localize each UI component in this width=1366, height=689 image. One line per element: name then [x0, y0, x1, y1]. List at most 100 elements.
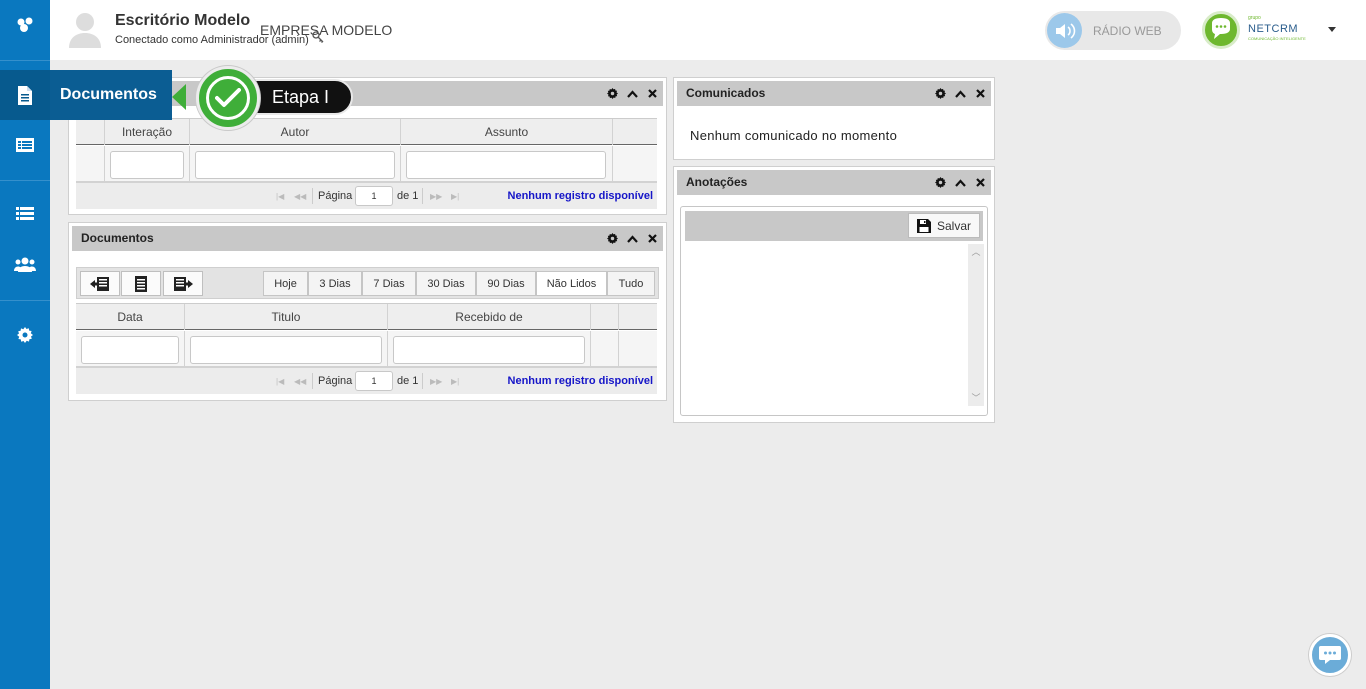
notes-scrollbar[interactable]: ︿ ﹀: [968, 244, 984, 406]
filter-90-dias-button[interactable]: 90 Dias: [476, 271, 536, 296]
filter-cell: [190, 146, 401, 182]
prev-page-icon[interactable]: ◀◀: [294, 192, 306, 201]
comunicados-panel: Comunicados Nenhum comunicado no momento: [673, 77, 995, 160]
filter-cell: [401, 146, 613, 182]
grid-header-spacer: [591, 304, 619, 330]
last-page-icon[interactable]: ▶|: [451, 377, 459, 386]
gear-icon[interactable]: [933, 87, 947, 101]
netcrm-logo-icon[interactable]: [1202, 11, 1240, 49]
sidebar-item-cards[interactable]: [0, 120, 50, 170]
filter-autor-input[interactable]: [195, 151, 395, 179]
check-icon[interactable]: [196, 66, 260, 130]
filter-row: [76, 331, 657, 367]
brand-group-text: grupo: [1248, 15, 1261, 21]
chat-icon: [1319, 646, 1341, 664]
filter-spacer: [591, 331, 619, 367]
panel-title: Comunicados: [686, 86, 766, 100]
gear-icon[interactable]: [605, 232, 619, 246]
floppy-disk-icon: [916, 218, 931, 233]
gear-icon[interactable]: [933, 176, 947, 190]
page-of-label: de 1: [397, 375, 419, 387]
filter-spacer: [76, 146, 105, 182]
list-icon: [16, 207, 34, 220]
empresa-name: EMPRESA MODELO: [260, 22, 393, 38]
column-assunto[interactable]: Assunto: [401, 119, 613, 145]
outbox-arrow-icon: [174, 276, 193, 291]
page-input[interactable]: 1: [355, 371, 393, 391]
column-recebido-de[interactable]: Recebido de: [388, 304, 591, 330]
all-documents-button[interactable]: [121, 271, 161, 296]
page-input[interactable]: 1: [355, 186, 393, 206]
last-page-icon[interactable]: ▶|: [451, 192, 459, 201]
avatar[interactable]: [67, 10, 103, 48]
filter-cell: [76, 331, 185, 367]
panel-header: Anotações: [677, 170, 991, 195]
anotacoes-panel: Anotações Salvar ︿ ﹀: [673, 166, 995, 423]
page-of-label: de 1: [397, 190, 419, 202]
chat-button[interactable]: [1309, 634, 1351, 676]
logo-icon[interactable]: [0, 0, 50, 50]
outbox-button[interactable]: [163, 271, 203, 296]
page-label: Página: [318, 375, 353, 387]
sidebar-flyout-label[interactable]: Documentos: [50, 70, 172, 120]
panel-title: Anotações: [686, 175, 748, 189]
sidebar-item-list[interactable]: [0, 189, 50, 239]
page-label: Página: [318, 190, 353, 202]
close-icon[interactable]: [645, 232, 659, 246]
sidebar-item-users[interactable]: [0, 240, 50, 290]
filter-30-dias-button[interactable]: 30 Dias: [416, 271, 476, 296]
close-icon[interactable]: [973, 87, 987, 101]
filter-data-input[interactable]: [81, 336, 179, 364]
user-menu-chevron-down-icon[interactable]: [1328, 27, 1336, 32]
sidebar-divider: [0, 180, 50, 181]
inbox-arrow-icon: [90, 276, 109, 291]
inbox-button[interactable]: [80, 271, 120, 296]
close-icon[interactable]: [973, 176, 987, 190]
radio-web-button[interactable]: RÁDIO WEB: [1045, 11, 1181, 50]
column-data[interactable]: Data: [76, 304, 185, 330]
filter-cell: [388, 331, 591, 367]
scroll-down-icon[interactable]: ﹀: [971, 393, 981, 403]
next-page-icon[interactable]: ▶▶: [430, 192, 442, 201]
panel-title: Documentos: [81, 231, 154, 245]
filter-recebido-input[interactable]: [393, 336, 585, 364]
save-button[interactable]: Salvar: [908, 213, 980, 238]
chevron-up-icon[interactable]: [953, 176, 967, 190]
close-icon[interactable]: [645, 87, 659, 101]
chevron-up-icon[interactable]: [625, 87, 639, 101]
brand-name: NETCRM: [1248, 23, 1299, 35]
sidebar-divider: [0, 300, 50, 301]
grid-header-spacer: [76, 119, 105, 145]
filter-nao-lidos-button[interactable]: Não Lidos: [536, 271, 607, 296]
filter-tudo-button[interactable]: Tudo: [607, 271, 655, 296]
top-header: Escritório Modelo Conectado como Adminis…: [50, 0, 1366, 60]
filter-7-dias-button[interactable]: 7 Dias: [362, 271, 416, 296]
sidebar-item-settings[interactable]: [0, 310, 50, 360]
first-page-icon[interactable]: |◀: [276, 192, 284, 201]
filter-cell: [185, 331, 388, 367]
gear-icon: [17, 327, 33, 343]
filter-cell: [105, 146, 190, 182]
sidebar-item-documentos[interactable]: [0, 70, 50, 120]
panel-header: Documentos: [72, 226, 663, 251]
filter-hoje-button[interactable]: Hoje: [263, 271, 308, 296]
filter-3-dias-button[interactable]: 3 Dias: [308, 271, 362, 296]
chevron-up-icon[interactable]: [953, 87, 967, 101]
gear-icon[interactable]: [605, 87, 619, 101]
filter-titulo-input[interactable]: [190, 336, 382, 364]
company-name: Escritório Modelo: [115, 12, 251, 29]
next-page-icon[interactable]: ▶▶: [430, 377, 442, 386]
first-page-icon[interactable]: |◀: [276, 377, 284, 386]
pager-divider: [312, 373, 313, 389]
column-interacao[interactable]: Interação: [105, 119, 190, 145]
chevron-up-icon[interactable]: [625, 232, 639, 246]
column-titulo[interactable]: Titulo: [185, 304, 388, 330]
prev-page-icon[interactable]: ◀◀: [294, 377, 306, 386]
sidebar: [0, 0, 50, 689]
scroll-up-icon[interactable]: ︿: [971, 247, 981, 257]
filter-assunto-input[interactable]: [406, 151, 606, 179]
filter-interacao-input[interactable]: [110, 151, 184, 179]
key-icon[interactable]: [312, 30, 324, 48]
list-card-icon: [16, 138, 34, 152]
no-records-text: Nenhum registro disponível: [507, 375, 653, 387]
